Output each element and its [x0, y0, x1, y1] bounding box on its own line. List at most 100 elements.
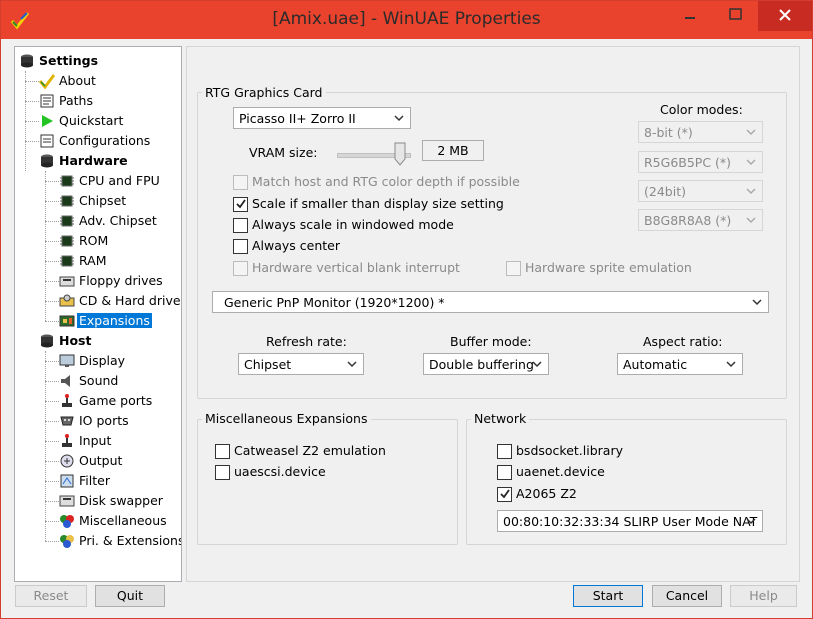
priority-icon — [60, 535, 74, 548]
tree-item-label: Hardware — [59, 153, 128, 168]
network-title: Network — [471, 411, 530, 426]
monitor-select[interactable]: Generic PnP Monitor (1920*1200) * — [212, 291, 769, 313]
misc-icon — [60, 515, 74, 528]
vram-slider-thumb[interactable] — [394, 142, 406, 166]
chip-icon — [60, 255, 74, 267]
color-mode-16bit-select[interactable]: R5G6B5PC (*) — [638, 151, 763, 173]
color-mode-8bit-select[interactable]: 8-bit (*) — [638, 121, 763, 143]
chevron-down-icon — [532, 361, 542, 368]
uaescsi-label: uaescsi.device — [234, 464, 326, 479]
close-icon — [779, 9, 791, 21]
scale-smaller-label: Scale if smaller than display size setti… — [252, 196, 504, 211]
chevron-down-icon — [746, 217, 756, 224]
match-depth-label: Match host and RTG color depth if possib… — [252, 174, 520, 189]
vram-size-value: 2 MB — [422, 140, 484, 161]
aspect-ratio-select[interactable]: Automatic — [617, 353, 743, 375]
tree-item-label: IO ports — [79, 413, 129, 428]
quit-button[interactable]: Quit — [95, 585, 165, 607]
buffer-mode-value: Double buffering — [429, 357, 534, 372]
chip-icon — [60, 195, 74, 207]
settings-disk-icon — [21, 54, 33, 68]
checkmark-icon — [500, 489, 510, 499]
filter-icon — [60, 474, 74, 488]
rtg-card-value: Picasso II+ Zorro II — [239, 111, 356, 126]
chip-icon — [60, 175, 74, 187]
color-mode-32bit-select[interactable]: B8G8R8A8 (*) — [638, 209, 763, 231]
color-modes-label: Color modes: — [660, 102, 743, 117]
monitor-icon — [59, 354, 75, 367]
chip-icon — [60, 215, 74, 227]
vram-size-label: VRAM size: — [249, 145, 318, 160]
joystick-icon — [62, 434, 72, 447]
refresh-rate-select[interactable]: Chipset — [238, 353, 364, 375]
joystick-icon — [62, 394, 72, 407]
hw-sprite-label: Hardware sprite emulation — [525, 260, 692, 275]
chevron-down-icon — [746, 129, 756, 136]
refresh-rate-label: Refresh rate: — [266, 334, 347, 349]
floppy-icon — [59, 276, 75, 287]
color-mode-value: 8-bit (*) — [644, 125, 693, 140]
aspect-ratio-label: Aspect ratio: — [643, 334, 723, 349]
start-button[interactable]: Start — [573, 585, 643, 607]
tree-item-label: Miscellaneous — [79, 513, 167, 528]
title-bar[interactable]: [Amix.uae] - WinUAE Properties — [1, 1, 812, 39]
cancel-button[interactable]: Cancel — [652, 585, 722, 607]
tree-item-label: Host — [59, 333, 92, 348]
play-icon — [42, 115, 53, 127]
paths-icon — [40, 94, 54, 108]
color-mode-value: B8G8R8A8 (*) — [644, 213, 732, 228]
tree-item-label: Filter — [79, 473, 110, 488]
help-button[interactable]: Help — [730, 585, 797, 607]
hw-vblank-label: Hardware vertical blank interrupt — [252, 260, 460, 275]
hardware-disk-icon — [41, 154, 53, 168]
chip-icon — [60, 235, 74, 247]
chevron-down-icon — [726, 361, 736, 368]
buffer-mode-select[interactable]: Double buffering — [423, 353, 549, 375]
tree-item-label: Configurations — [59, 133, 151, 148]
tree-item-label: ROM — [79, 233, 109, 248]
checkmark-icon — [39, 74, 55, 89]
rtg-card-select[interactable]: Picasso II+ Zorro II — [233, 107, 411, 129]
tree-item-label: Disk swapper — [79, 493, 163, 508]
reset-button[interactable]: Reset — [15, 585, 87, 607]
catweasel-label: Catweasel Z2 emulation — [234, 443, 386, 458]
network-adapter-select[interactable]: 00:80:10:32:33:34 SLIRP User Mode NAT — [497, 510, 763, 532]
settings-tree[interactable]: Settings About Paths Quickstart Configur… — [14, 46, 182, 582]
expansion-card-icon — [59, 315, 75, 327]
tree-item-label: Input — [79, 433, 112, 448]
always-center-label: Always center — [252, 238, 341, 253]
maximize-button[interactable] — [714, 1, 758, 29]
close-button[interactable] — [758, 1, 812, 31]
minimize-button[interactable] — [673, 1, 707, 29]
speaker-icon — [61, 375, 70, 387]
tree-item-label: CD & Hard drives — [79, 293, 182, 308]
misc-expansions-title: Miscellaneous Expansions — [202, 411, 371, 426]
tree-item-label: Paths — [59, 93, 93, 108]
tree-item-label: RAM — [79, 253, 107, 268]
color-mode-value: R5G6B5PC (*) — [644, 155, 732, 170]
tree-item-label: Sound — [79, 373, 119, 388]
tree-item-label: Floppy drives — [79, 273, 163, 288]
io-port-icon — [60, 416, 74, 426]
color-mode-24bit-select[interactable]: (24bit) — [638, 180, 763, 202]
checkmark-icon — [236, 199, 246, 209]
chevron-down-icon — [347, 361, 357, 368]
always-scale-label: Always scale in windowed mode — [252, 217, 454, 232]
output-icon — [60, 454, 74, 468]
misc-expansions-group — [197, 419, 458, 545]
monitor-value: Generic PnP Monitor (1920*1200) * — [224, 295, 445, 310]
chevron-down-icon — [746, 159, 756, 166]
uaenet-label: uaenet.device — [516, 464, 605, 479]
cd-drive-icon — [59, 294, 75, 307]
tree-item-label: About — [59, 73, 96, 88]
tree-item-label: Quickstart — [59, 113, 124, 128]
chevron-down-icon — [394, 115, 404, 122]
network-adapter-value: 00:80:10:32:33:34 SLIRP User Mode NAT — [503, 514, 758, 529]
refresh-rate-value: Chipset — [244, 357, 292, 372]
rtg-group-title: RTG Graphics Card — [202, 85, 326, 100]
tree-item-label: Chipset — [79, 193, 127, 208]
color-mode-value: (24bit) — [644, 184, 686, 199]
buffer-mode-label: Buffer mode: — [450, 334, 532, 349]
disk-swapper-icon — [59, 495, 75, 507]
winuae-properties-window: [Amix.uae] - WinUAE Properties Settings … — [0, 0, 813, 619]
